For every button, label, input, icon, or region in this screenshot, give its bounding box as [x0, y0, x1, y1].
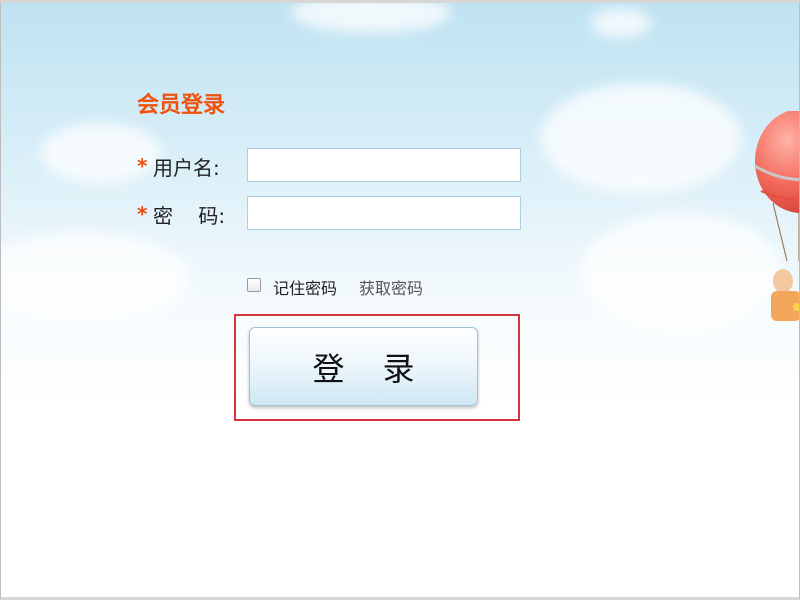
cloud-decoration: [291, 3, 451, 33]
cloud-decoration: [581, 213, 781, 333]
login-button[interactable]: 登录: [249, 327, 478, 406]
cloud-decoration: [1, 233, 191, 323]
required-mark: *: [137, 154, 148, 178]
cloud-decoration: [541, 83, 741, 193]
cloud-decoration: [591, 8, 651, 38]
username-input[interactable]: [247, 148, 521, 182]
required-mark: *: [137, 202, 148, 226]
remember-password-label[interactable]: 记住密码: [273, 275, 337, 299]
remember-password-checkbox[interactable]: [247, 278, 261, 292]
login-page: 会员登录 * 用户名: * 密 码: 记住密码 获取密码 登录: [0, 0, 800, 600]
remember-row: 记住密码 获取密码: [247, 275, 423, 299]
password-label: 密 码:: [153, 203, 226, 228]
password-input[interactable]: [247, 196, 521, 230]
password-row: * 密 码:: [137, 196, 521, 232]
get-password-link[interactable]: 获取密码: [359, 275, 423, 299]
hot-air-balloon-icon: [754, 111, 799, 321]
username-label: 用户名:: [153, 155, 220, 180]
username-row: * 用户名:: [137, 148, 521, 184]
page-title: 会员登录: [137, 93, 226, 118]
